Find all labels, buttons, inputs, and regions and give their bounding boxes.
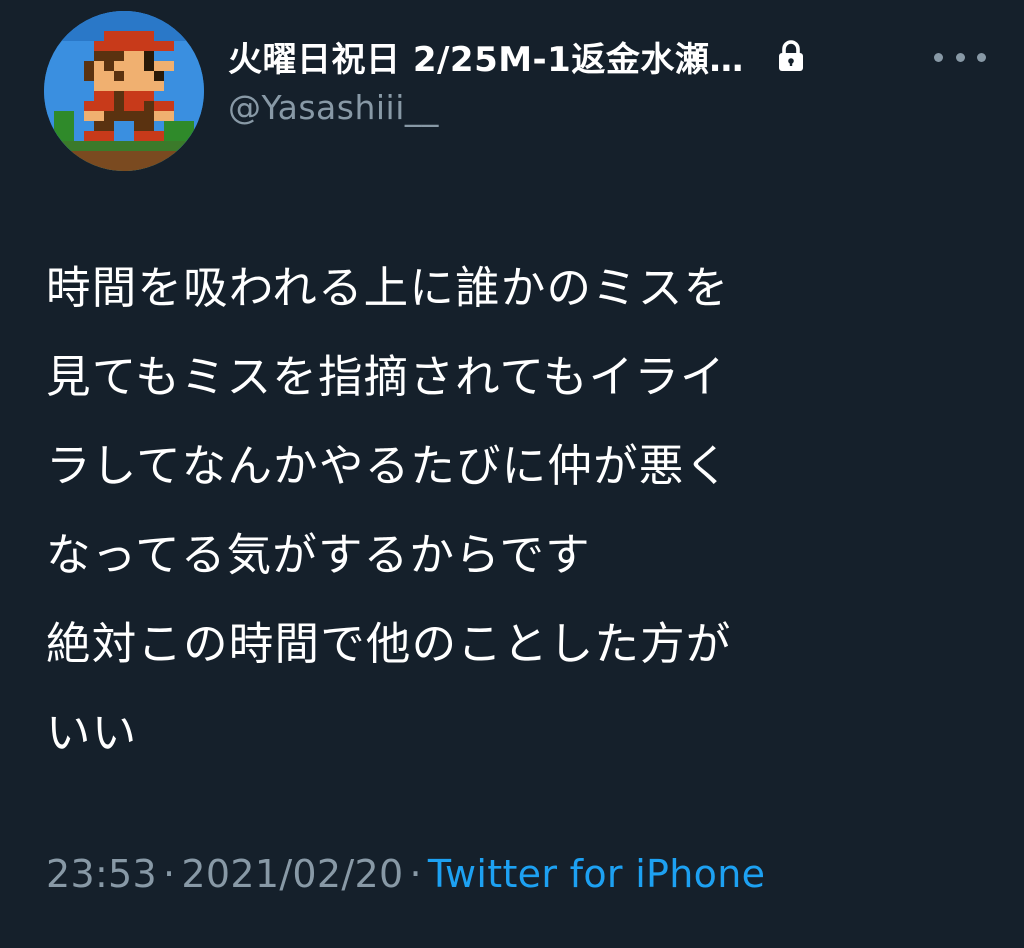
more-dot-icon xyxy=(955,52,965,62)
meta-separator: · xyxy=(163,852,176,896)
user-handle[interactable]: @Yasashiii__ xyxy=(228,88,988,127)
tweet-meta: 23:53 · 2021/02/20 · Twitter for iPhone xyxy=(46,852,765,896)
display-name[interactable]: 火曜日祝日 2/25M-1返金水瀬… xyxy=(228,32,744,81)
pixel-mario-avatar-icon xyxy=(44,11,204,171)
avatar[interactable] xyxy=(44,11,204,171)
name-row: 火曜日祝日 2/25M-1返金水瀬… xyxy=(228,30,988,82)
more-dot-icon xyxy=(934,52,943,62)
tweet-date[interactable]: 2021/02/20 xyxy=(181,852,403,896)
tweet-time[interactable]: 23:53 xyxy=(46,852,157,896)
tweet-text: 時間を吸われる上に誰かのミスを 見てもミスを指摘されてもイライ ラしてなんかやる… xyxy=(46,263,732,759)
lock-icon xyxy=(770,35,812,77)
tweet-detail: 火曜日祝日 2/25M-1返金水瀬… @Yasashiii__ 時間を吸われる上… xyxy=(0,0,1024,948)
user-info: 火曜日祝日 2/25M-1返金水瀬… @Yasashiii__ xyxy=(228,30,988,127)
tweet-source-link[interactable]: Twitter for iPhone xyxy=(428,852,765,896)
more-dot-icon xyxy=(977,52,986,62)
meta-separator: · xyxy=(409,852,422,896)
more-options-icon[interactable] xyxy=(934,42,986,72)
